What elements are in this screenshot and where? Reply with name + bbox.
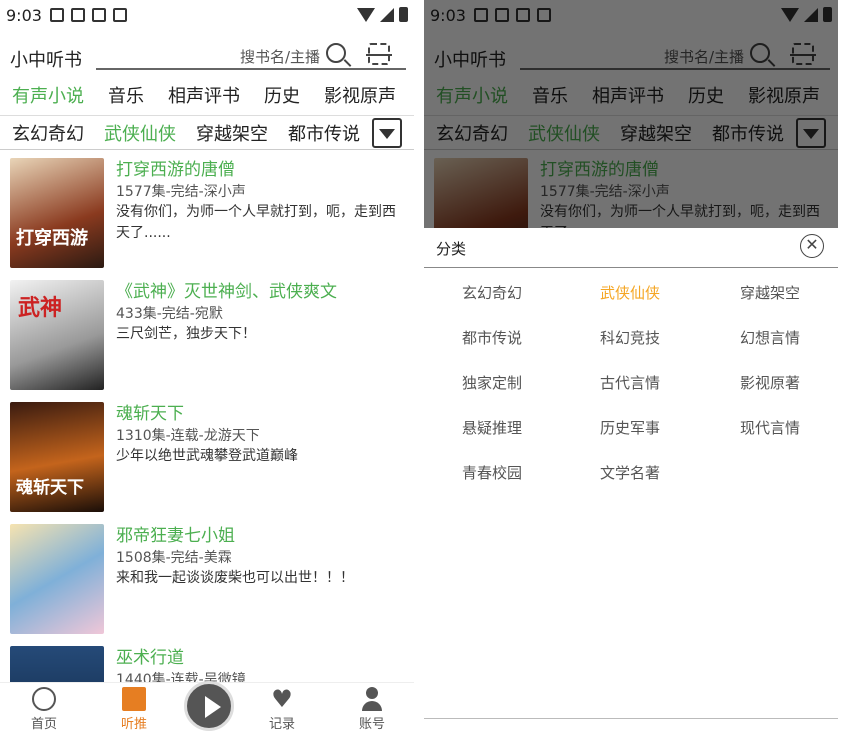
category-item[interactable]: 玄幻奇幻 [462,282,522,303]
screen-main: 9:03 小中听书 搜书名/主播 有声小说 音乐 相声评书 历史 影视原声 玄幻… [0,0,414,740]
book-desc: 来和我一起谈谈废柴也可以出世！！！ [116,570,354,586]
search-input[interactable]: 搜书名/主播 [240,46,320,67]
book-meta: 1508集-完结-美霖 [116,550,232,566]
subtab-fantasy[interactable]: 玄幻奇幻 [12,120,84,149]
category-sheet: 分类 ✕ 玄幻奇幻 武侠仙侠 穿越架空 都市传说 科幻竞技 幻想言情 独家定制 … [424,228,838,740]
list-item[interactable]: 武神 《武神》灭世神剑、武侠爽文 433集-完结-宛默 三尺剑芒，独步天下！ [0,278,414,400]
category-item[interactable]: 独家定制 [462,372,522,393]
category-item-selected[interactable]: 武侠仙侠 [600,282,660,303]
signal-icon [380,7,394,22]
category-item[interactable]: 古代言情 [600,372,660,393]
subcategory-tabs: 玄幻奇幻 武侠仙侠 穿越架空 都市传说 [0,118,414,150]
nav-account-label: 账号 [358,717,385,732]
scan-icon[interactable] [366,43,392,65]
book-cover [10,524,104,634]
search-icon[interactable] [326,43,346,63]
status-bar: 9:03 [0,0,414,30]
screen-category-sheet: 9:03 小中听书 搜书名/主播 有声小说 音乐 相声评书 历史 影视原声 玄幻… [424,0,838,740]
tab-crosstalk[interactable]: 相声评书 [168,82,240,115]
person-icon [360,687,384,711]
app-header: 小中听书 搜书名/主播 [0,40,414,72]
category-item[interactable]: 穿越架空 [740,282,800,303]
list-item[interactable]: 邪帝狂妻七小姐 1508集-完结-美霖 来和我一起谈谈废柴也可以出世！！！ [0,522,414,644]
heart-icon: ♥ [271,685,293,713]
book-cover: 打穿西游 [10,158,104,268]
battery-icon [399,7,408,22]
category-item[interactable]: 幻想言情 [740,327,800,348]
expand-categories-button[interactable] [372,118,402,148]
sheet-title: 分类 [436,240,467,258]
nav-home[interactable]: 首页 [14,687,74,732]
notification-icon [112,8,127,22]
book-desc: 少年以绝世武魂攀登武道巅峰 [116,448,298,464]
cover-title: 武神 [18,296,63,321]
category-item[interactable]: 都市传说 [462,327,522,348]
book-desc: 三尺剑芒，独步天下！ [116,326,256,342]
subtab-urban[interactable]: 都市传说 [288,120,360,149]
book-desc: 没有你们，为师一个人早就打到，呃，走到西天了...... [116,204,396,241]
dim-overlay[interactable] [424,0,838,228]
subtab-wuxia[interactable]: 武侠仙侠 [104,120,176,149]
tab-audio-novel[interactable]: 有声小说 [12,82,84,115]
book-meta: 1310集-连载-龙游天下 [116,428,260,444]
sheet-header: 分类 ✕ [424,228,838,268]
book-title[interactable]: 魂斩天下 [116,402,408,426]
nav-listen-label: 听推 [120,717,147,732]
category-item[interactable]: 现代言情 [740,417,800,438]
book-title[interactable]: 邪帝狂妻七小姐 [116,524,408,548]
notification-icon [49,8,64,22]
tab-history[interactable]: 历史 [264,82,300,115]
list-item[interactable]: 魂斩天下 魂斩天下 1310集-连载-龙游天下 少年以绝世武魂攀登武道巅峰 [0,400,414,522]
book-icon [122,687,146,711]
cover-title: 打穿西游 [16,228,88,249]
tab-music[interactable]: 音乐 [108,82,144,115]
globe-icon [32,687,56,711]
tab-soundtrack[interactable]: 影视原声 [324,82,396,115]
category-item[interactable]: 科幻竞技 [600,327,660,348]
bottom-nav: 首页 听推 ♥ 记录 账号 [0,681,414,740]
wifi-icon [357,7,375,22]
nav-history-label: 记录 [268,717,295,732]
close-icon[interactable]: ✕ [800,234,824,258]
book-cover: 魂斩天下 [10,402,104,512]
list-item[interactable]: 打穿西游 打穿西游的唐僧 1577集-完结-深小声 没有你们，为师一个人早就打到… [0,156,414,278]
nav-account[interactable]: 账号 [342,687,402,732]
category-item[interactable]: 青春校园 [462,462,522,483]
nav-history[interactable]: ♥ 记录 [252,687,312,732]
category-item[interactable]: 影视原著 [740,372,800,393]
cover-title: 魂斩天下 [16,478,84,498]
app-title: 小中听书 [10,50,82,71]
divider [424,718,838,719]
nav-listen[interactable]: 听推 [104,687,164,732]
book-cover: 武神 [10,280,104,390]
book-meta: 433集-完结-宛默 [116,306,223,322]
book-list: 打穿西游 打穿西游的唐僧 1577集-完结-深小声 没有你们，为师一个人早就打到… [0,156,414,740]
nav-home-label: 首页 [30,717,57,732]
book-title[interactable]: 《武神》灭世神剑、武侠爽文 [116,280,408,304]
book-title[interactable]: 打穿西游的唐僧 [116,158,408,182]
book-title[interactable]: 巫术行道 [116,646,408,670]
notification-icon [70,8,85,22]
search-bar[interactable]: 搜书名/主播 [96,40,406,70]
subtab-time-travel[interactable]: 穿越架空 [196,120,268,149]
status-time: 9:03 [6,5,42,25]
play-button[interactable] [184,681,234,731]
notification-icon [91,8,106,22]
category-item[interactable]: 文学名著 [600,462,660,483]
book-meta: 1577集-完结-深小声 [116,184,246,200]
category-item[interactable]: 历史军事 [600,417,660,438]
category-tabs: 有声小说 音乐 相声评书 历史 影视原声 [0,82,414,116]
category-item[interactable]: 悬疑推理 [462,417,522,438]
